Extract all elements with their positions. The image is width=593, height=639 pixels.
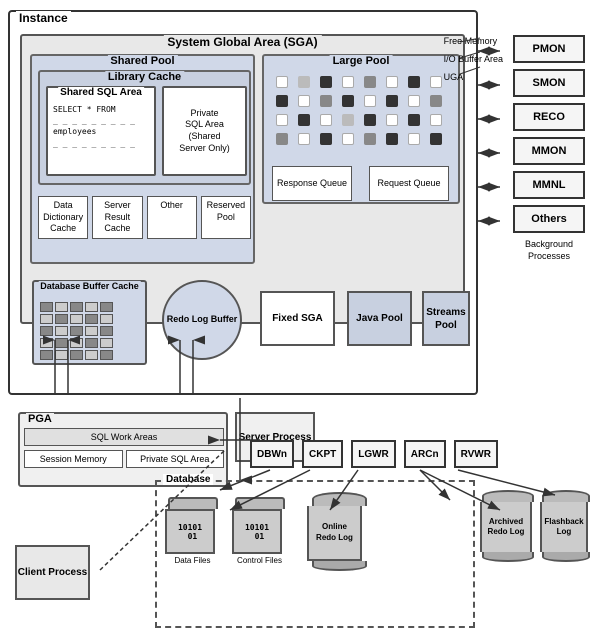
shared-pool-label: Shared Pool [107,55,177,67]
library-cache-box: Library Cache Shared SQL Area SELECT * F… [38,70,251,185]
control-files-label: Control Files [232,556,287,565]
io-buffer-annotation: I/O Buffer Area [444,50,503,68]
private-sql-area-box: Private SQL Area [126,450,225,468]
data-files-section: 10101 01 Data Files [165,497,220,565]
bg-processes-section: PMON SMON RECO MMON MMNL Others Backgrou… [513,35,585,262]
arcn-box: ARCn [404,440,446,468]
streams-pool-box: Streams Pool [422,291,470,346]
other-cache: Other [147,196,197,239]
request-queue-box: Request Queue [369,166,449,201]
data-files-label: Data Files [165,556,220,565]
database-dashed-box: Database 10101 01 Data Files 10101 01 Co… [155,480,475,628]
large-pool-label: Large Pool [330,55,393,67]
bottom-processes-row: DBWn CKPT LGWR ARCn RVWR [250,440,498,468]
data-dictionary-cache: DataDictionaryCache [38,196,88,239]
bg-processes-title: BackgroundProcesses [513,239,585,262]
server-result-cache: ServerResultCache [92,196,142,239]
pga-label: PGA [26,413,54,425]
private-sql-label: PrivateSQL Area(SharedServer Only) [179,108,230,155]
redo-log-buffer-box: Redo Log Buffer [162,280,242,360]
reco-box: RECO [513,103,585,131]
db-buffer-cache-box: Database Buffer Cache [32,280,147,365]
fixed-sga-label: Fixed SGA [272,312,323,325]
java-pool-label: Java Pool [356,312,403,325]
streams-pool-label: Streams Pool [424,306,468,332]
client-process-box: Client Process [15,545,90,600]
response-queue-box: Response Queue [272,166,352,201]
library-cache-label: Library Cache [105,71,184,83]
archived-redo-log-section: ArchivedRedo Log [480,490,535,562]
diagram-container: Instance System Global Area (SGA) Shared… [0,0,593,639]
session-private-row: Session Memory Private SQL Area [24,450,224,468]
sga-label: System Global Area (SGA) [163,35,321,49]
pmon-box: PMON [513,35,585,63]
database-label: Database [163,474,213,485]
shared-pool-box: Shared Pool Library Cache Shared SQL Are… [30,54,255,264]
fixed-sga-box: Fixed SGA [260,291,335,346]
rvwr-box: RVWR [454,440,498,468]
buffer-cache-grid [38,300,115,362]
private-sql-area-label: Private SQL Area [140,454,209,464]
private-sql-box: PrivateSQL Area(SharedServer Only) [162,86,247,176]
session-memory-box: Session Memory [24,450,123,468]
mmnl-box: MMNL [513,171,585,199]
online-redo-log-section: OnlineRedo Log [307,492,372,571]
request-queue-label: Request Queue [377,178,440,189]
response-queue-label: Response Queue [277,178,347,189]
dbwn-box: DBWn [250,440,294,468]
redo-log-buffer-label: Redo Log Buffer [167,314,238,326]
instance-box: Instance System Global Area (SGA) Shared… [8,10,478,395]
java-pool-box: Java Pool [347,291,412,346]
small-cache-boxes: DataDictionaryCache ServerResultCache Ot… [38,196,251,239]
sql-work-areas-box: SQL Work Areas [24,428,224,446]
client-process-label: Client Process [18,566,87,579]
ckpt-box: CKPT [302,440,343,468]
large-pool-box: Large Pool Response Queue Request Que [262,54,460,204]
mmon-box: MMON [513,137,585,165]
smon-box: SMON [513,69,585,97]
uga-annotation: UGA [444,68,503,86]
instance-label: Instance [16,11,71,25]
shared-sql-area-box: Shared SQL Area SELECT * FROM_ _ _ _ _ _… [46,86,156,176]
shared-sql-area-label: Shared SQL Area [58,87,144,98]
sql-work-areas-label: SQL Work Areas [91,432,158,442]
others-box: Others [513,205,585,233]
lgwr-box: LGWR [351,440,396,468]
annotations-area: Free Memory I/O Buffer Area UGA [444,32,503,86]
sql-code: SELECT * FROM_ _ _ _ _ _ _ _ _employees_… [53,104,135,149]
sga-box: System Global Area (SGA) Shared Pool Lib… [20,34,465,324]
flashback-log-section: FlashbackLog [540,490,592,562]
large-pool-dots [272,72,452,152]
db-buffer-cache-label: Database Buffer Cache [38,281,141,291]
session-memory-label: Session Memory [40,454,107,464]
reserved-pool: ReservedPool [201,196,251,239]
control-files-section: 10101 01 Control Files [232,497,287,565]
free-memory-annotation: Free Memory [444,32,503,50]
